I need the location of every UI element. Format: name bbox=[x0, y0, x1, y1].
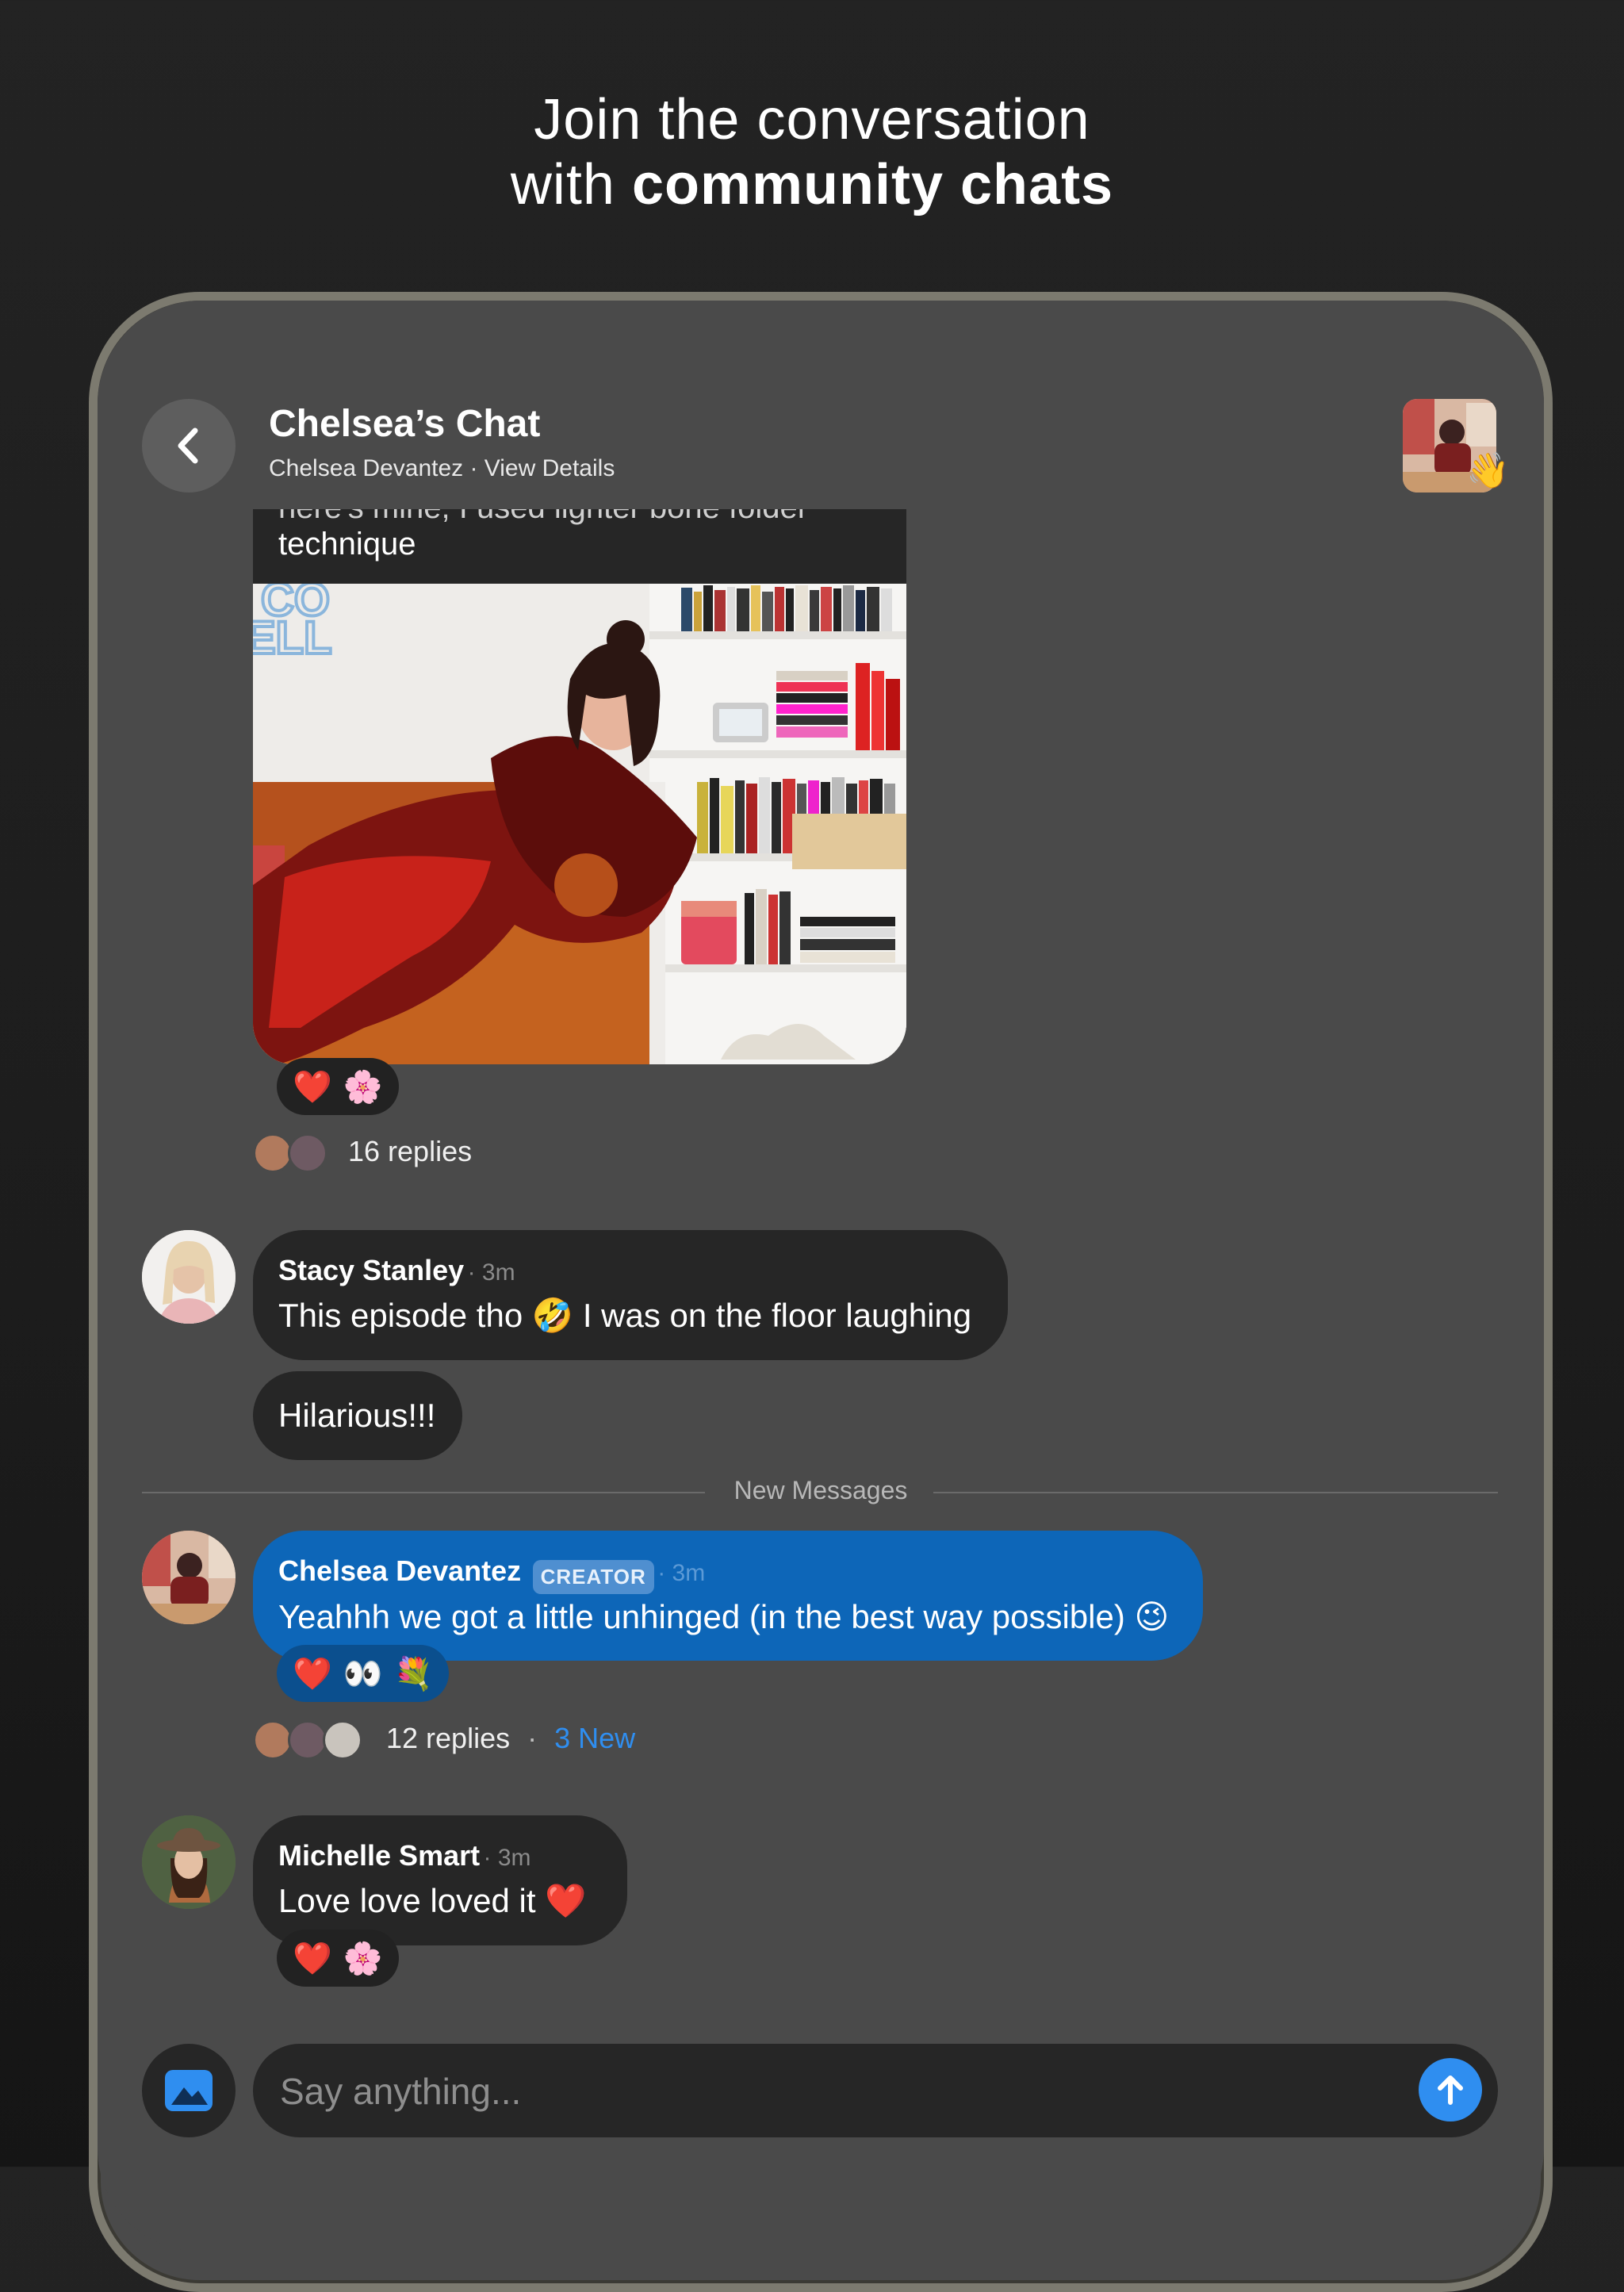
message-composer[interactable] bbox=[253, 2044, 1498, 2137]
avatar-stacy[interactable] bbox=[142, 1230, 236, 1324]
reply-avatar bbox=[253, 1133, 293, 1173]
photo-illustration: CO ELL bbox=[253, 573, 906, 1064]
message-text: Hilarious!!! bbox=[278, 1397, 436, 1434]
message-time: 3m bbox=[481, 1259, 515, 1286]
wave-emoji: 👋 bbox=[1466, 451, 1510, 490]
replies-count-link[interactable]: 12 replies bbox=[386, 1722, 510, 1754]
message-bubble-stacy[interactable]: Stacy Stanley · 3m This episode tho 🤣 I … bbox=[253, 1230, 1008, 1360]
message-text: Yeahhh we got a little unhinged (in the … bbox=[278, 1598, 1170, 1635]
separator-dot: · bbox=[467, 1259, 482, 1286]
post-caption-cut-line: here's mine, I used lighter bone folder bbox=[278, 509, 808, 526]
message-bubble-michelle[interactable]: Michelle Smart · 3m Love love loved it ❤… bbox=[253, 1815, 627, 1945]
post-reactions[interactable]: ❤️ 🌸 bbox=[277, 1058, 399, 1115]
avatar-michelle-image bbox=[142, 1815, 236, 1909]
message-bubble-followup[interactable]: Hilarious!!! bbox=[253, 1371, 462, 1460]
creator-badge: CREATOR bbox=[532, 1560, 654, 1595]
headline: Join the conversation with community cha… bbox=[0, 87, 1624, 217]
send-button[interactable] bbox=[1419, 2058, 1482, 2121]
post-caption: here's mine, I used lighter bone folder … bbox=[253, 509, 906, 584]
arrow-up-icon bbox=[1438, 2075, 1463, 2105]
sender-name[interactable]: Michelle Smart bbox=[278, 1839, 480, 1872]
reaction-flower[interactable]: 🌸 bbox=[343, 1068, 383, 1106]
post-caption-text: technique bbox=[278, 527, 416, 562]
message-input[interactable] bbox=[278, 2061, 1376, 2121]
reply-avatar bbox=[288, 1133, 327, 1173]
message-header: Stacy Stanley · 3m bbox=[278, 1254, 515, 1287]
headline-line2-prefix: with bbox=[510, 153, 632, 217]
reaction-flower[interactable]: 🌸 bbox=[343, 1940, 383, 1977]
message-header: Michelle Smart · 3m bbox=[278, 1839, 531, 1872]
sender-name[interactable]: Stacy Stanley bbox=[278, 1254, 464, 1286]
separator-dot: · bbox=[657, 1560, 672, 1586]
chelsea-reply-avatars bbox=[253, 1720, 380, 1765]
chat-title: Chelsea’s Chat bbox=[269, 403, 541, 445]
image-post[interactable]: here's mine, I used lighter bone folder … bbox=[253, 509, 906, 1064]
reaction-heart[interactable]: ❤️ bbox=[293, 1068, 332, 1106]
message-time: 3m bbox=[497, 1845, 531, 1871]
avatar-chelsea[interactable] bbox=[142, 1531, 236, 1624]
new-messages-label: New Messages bbox=[733, 1476, 908, 1504]
headline-line2: with community chats bbox=[0, 152, 1624, 217]
chat-screen: Chelsea’s Chat Chelsea Devantez · View D… bbox=[98, 301, 1544, 2252]
post-reply-avatars bbox=[253, 1133, 340, 1178]
headline-line2-bold: community chats bbox=[631, 153, 1114, 217]
avatar-michelle[interactable] bbox=[142, 1815, 236, 1909]
chat-subtitle-view-details[interactable]: Chelsea Devantez · View Details bbox=[269, 455, 615, 482]
avatar-chelsea-image bbox=[142, 1531, 236, 1624]
image-icon bbox=[165, 2070, 213, 2111]
message-bubble-chelsea[interactable]: Chelsea Devantez CREATOR · 3m Yeahhh we … bbox=[253, 1531, 1203, 1661]
message-text: This episode tho 🤣 I was on the floor la… bbox=[278, 1297, 972, 1334]
new-replies-link[interactable]: 3 New bbox=[554, 1722, 635, 1754]
sender-name[interactable]: Chelsea Devantez bbox=[278, 1554, 521, 1587]
separator-dot: · bbox=[483, 1845, 498, 1871]
attach-image-button[interactable] bbox=[142, 2044, 236, 2137]
headline-line1: Join the conversation bbox=[534, 88, 1090, 151]
reaction-heart[interactable]: ❤️ bbox=[293, 1655, 332, 1692]
reaction-bouquet[interactable]: 💐 bbox=[394, 1655, 434, 1692]
message-header: Chelsea Devantez CREATOR · 3m bbox=[278, 1554, 706, 1595]
reply-avatar bbox=[288, 1720, 327, 1760]
message-text: Love love loved it ❤️ bbox=[278, 1882, 587, 1919]
reply-avatar bbox=[323, 1720, 362, 1760]
tablet-frame: Chelsea’s Chat Chelsea Devantez · View D… bbox=[89, 292, 1553, 2292]
chelsea-reactions[interactable]: ❤️ 👀 💐 bbox=[277, 1645, 450, 1702]
post-replies-link[interactable]: 16 replies bbox=[348, 1135, 472, 1168]
chevron-left-icon bbox=[178, 427, 198, 464]
post-photo[interactable]: CO ELL bbox=[253, 573, 906, 1064]
michelle-reactions[interactable]: ❤️ 🌸 bbox=[277, 1930, 399, 1987]
reply-avatar bbox=[253, 1720, 293, 1760]
svg-text:ELL: ELL bbox=[253, 612, 332, 664]
back-button[interactable] bbox=[142, 399, 236, 493]
reaction-eyes[interactable]: 👀 bbox=[343, 1655, 383, 1692]
reaction-heart[interactable]: ❤️ bbox=[293, 1940, 332, 1977]
chelsea-replies[interactable]: 12 replies · 3 New bbox=[386, 1722, 635, 1755]
avatar-stacy-image bbox=[142, 1230, 236, 1324]
separator-dot: · bbox=[527, 1722, 538, 1754]
message-time: 3m bbox=[672, 1560, 706, 1586]
